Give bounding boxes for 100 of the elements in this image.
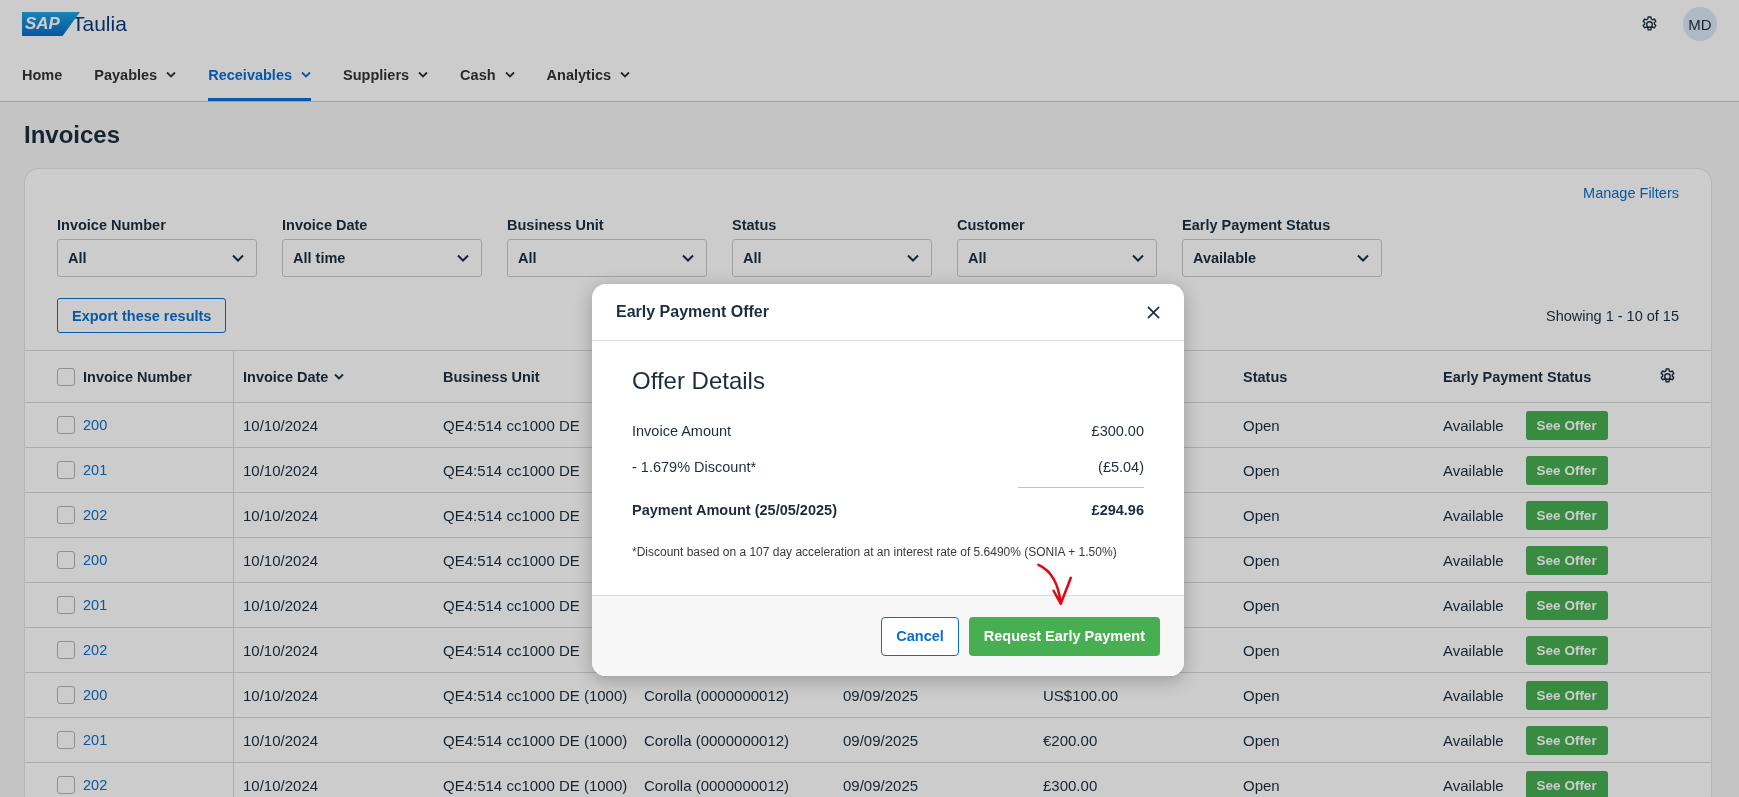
invoice-amount: £300.00 [1043, 776, 1098, 794]
due-date: 09/09/2025 [843, 776, 919, 794]
filter-dropdown[interactable]: All [732, 239, 932, 277]
invoice-number-link[interactable]: 201 [83, 597, 108, 613]
filter-dropdown[interactable]: All [957, 239, 1157, 277]
invoice-amount: €200.00 [1043, 731, 1098, 749]
business-unit: QE4:514 cc1000 DE [443, 641, 580, 659]
invoice-status: Open [1243, 461, 1280, 479]
invoice-number-link[interactable]: 202 [83, 777, 108, 793]
nav-tab[interactable]: Receivables [208, 48, 312, 101]
row-checkbox[interactable] [57, 641, 75, 659]
export-button[interactable]: Export these results [57, 298, 227, 333]
page-title: Invoices [24, 120, 122, 150]
column-header[interactable]: Business Unit [443, 368, 540, 385]
settings-icon[interactable] [1658, 367, 1677, 386]
invoice-status: Open [1243, 686, 1280, 704]
nav-tab[interactable]: Cash [460, 48, 515, 101]
nav-tab[interactable]: Analytics [546, 48, 631, 101]
offer-line-value: (£5.04) [1098, 459, 1144, 475]
business-unit: QE4:514 cc1000 DE (1000) [443, 776, 628, 794]
invoice-number-link[interactable]: 200 [83, 687, 108, 703]
column-header[interactable]: Invoice Number [83, 368, 192, 385]
offer-line-label: Invoice Amount [632, 423, 732, 439]
nav-tab[interactable]: Suppliers [343, 48, 429, 101]
business-unit: QE4:514 cc1000 DE (1000) [443, 686, 628, 704]
filter-label: Early Payment Status [1182, 217, 1332, 233]
manage-filters-link[interactable]: Manage Filters [1583, 185, 1679, 211]
early-payment-status: Available [1443, 731, 1504, 749]
row-checkbox[interactable] [57, 596, 75, 614]
invoice-number-link[interactable]: 201 [83, 732, 108, 748]
see-offer-button[interactable]: See Offer [1525, 725, 1608, 755]
see-offer-button[interactable]: See Offer [1525, 500, 1608, 530]
row-checkbox[interactable] [57, 686, 75, 704]
offer-line-label: Payment Amount (25/05/2025) [632, 502, 837, 518]
chevron-down-icon [1132, 254, 1144, 262]
see-offer-button[interactable]: See Offer [1525, 590, 1608, 620]
close-icon[interactable] [1147, 305, 1160, 319]
invoice-status: Open [1243, 596, 1280, 614]
nav-tab[interactable]: Payables [94, 48, 177, 101]
invoice-date: 10/10/2024 [243, 551, 319, 569]
invoice-number-link[interactable]: 200 [83, 417, 108, 433]
see-offer-button[interactable]: See Offer [1525, 770, 1608, 797]
invoice-date: 10/10/2024 [243, 416, 319, 434]
invoice-amount: US$100.00 [1043, 686, 1119, 704]
invoice-status: Open [1243, 776, 1280, 794]
request-early-payment-button[interactable]: Request Early Payment [968, 616, 1160, 656]
row-checkbox[interactable] [57, 506, 75, 524]
invoice-status: Open [1243, 641, 1280, 659]
invoice-number-link[interactable]: 202 [83, 507, 108, 523]
invoice-date: 10/10/2024 [243, 686, 319, 704]
early-payment-status: Available [1443, 776, 1504, 794]
nav-tab[interactable]: Home [22, 48, 63, 101]
invoice-number-link[interactable]: 201 [83, 462, 108, 478]
business-unit: QE4:514 cc1000 DE [443, 551, 580, 569]
early-payment-status: Available [1443, 506, 1504, 524]
customer-name: Corolla (0000000012) [644, 776, 790, 794]
row-checkbox[interactable] [57, 731, 75, 749]
filter-label: Business Unit [507, 217, 605, 233]
filter-label: Invoice Date [282, 217, 369, 233]
due-date: 09/09/2025 [843, 731, 919, 749]
filter-dropdown[interactable]: Available [1182, 239, 1382, 277]
chevron-down-icon [907, 254, 919, 262]
early-payment-status: Available [1443, 686, 1504, 704]
offer-line-label: - 1.679% Discount* [632, 459, 757, 475]
sort-down-icon[interactable] [334, 373, 345, 380]
offer-line-value: £294.96 [1091, 502, 1144, 518]
filter-label: Invoice Number [57, 217, 167, 233]
column-header[interactable]: Status [1243, 368, 1288, 385]
invoice-status: Open [1243, 506, 1280, 524]
see-offer-button[interactable]: See Offer [1525, 635, 1608, 665]
early-payment-status: Available [1443, 461, 1504, 479]
invoice-number-link[interactable]: 200 [83, 552, 108, 568]
offer-details-heading: Offer Details [632, 367, 766, 395]
user-avatar[interactable]: MD [1683, 7, 1717, 41]
column-header[interactable]: Early Payment Status [1443, 368, 1592, 385]
filter-dropdown[interactable]: All time [282, 239, 482, 277]
filter-label: Status [732, 217, 778, 233]
see-offer-button[interactable]: See Offer [1525, 410, 1608, 440]
business-unit: QE4:514 cc1000 DE (1000) [443, 731, 628, 749]
column-header[interactable]: Invoice Date [243, 368, 329, 385]
select-all-checkbox[interactable] [57, 367, 75, 386]
see-offer-button[interactable]: See Offer [1525, 455, 1608, 485]
filter-dropdown[interactable]: All [57, 239, 257, 277]
customer-name: Corolla (0000000012) [644, 686, 790, 704]
business-unit: QE4:514 cc1000 DE [443, 506, 580, 524]
row-checkbox[interactable] [57, 776, 75, 794]
row-checkbox[interactable] [57, 551, 75, 569]
invoice-date: 10/10/2024 [243, 506, 319, 524]
row-checkbox[interactable] [57, 461, 75, 479]
see-offer-button[interactable]: See Offer [1525, 545, 1608, 575]
dialog-title: Early Payment Offer [616, 303, 769, 321]
business-unit: QE4:514 cc1000 DE [443, 461, 580, 479]
see-offer-button[interactable]: See Offer [1525, 680, 1608, 710]
filter-dropdown[interactable]: All [507, 239, 707, 277]
business-unit: QE4:514 cc1000 DE [443, 596, 580, 614]
invoice-number-link[interactable]: 202 [83, 642, 108, 658]
cancel-button[interactable]: Cancel [881, 616, 959, 656]
row-checkbox[interactable] [57, 416, 75, 434]
filter-label: Customer [957, 217, 1026, 233]
invoice-date: 10/10/2024 [243, 776, 319, 794]
